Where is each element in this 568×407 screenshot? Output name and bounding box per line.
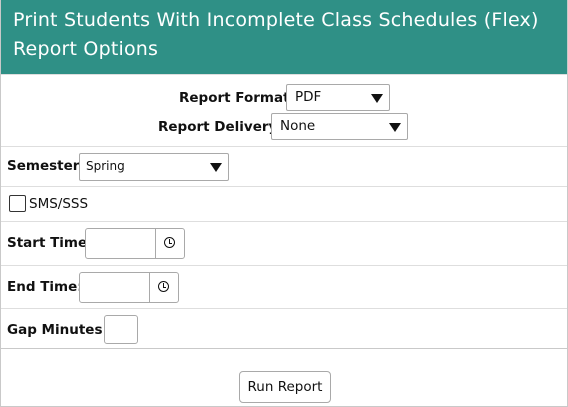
start-time-row: Start Time: [1,221,567,266]
sms-sss-label: SMS/SSS [29,196,89,212]
semester-select[interactable]: Spring [79,153,229,181]
report-format-value: PDF [295,89,322,105]
sms-sss-checkbox[interactable] [9,195,26,212]
run-report-button[interactable]: Run Report [239,371,331,403]
end-time-row: End Time: [1,265,567,309]
format-delivery-row: Report Format: PDF Report Delivery: None [1,74,567,147]
report-options-panel: Print Students With Incomplete Class Sch… [0,0,568,407]
report-format-label: Report Format: [179,90,295,106]
header: Print Students With Incomplete Class Sch… [1,0,567,74]
footer-divider [1,348,567,349]
start-time-picker [85,228,185,259]
end-time-clock-button[interactable] [149,273,178,302]
start-time-label: Start Time: [7,235,93,251]
clock-icon [164,237,175,248]
end-time-input[interactable] [80,273,150,302]
start-time-input[interactable] [86,229,156,258]
page-subtitle: Report Options [13,38,159,60]
clock-icon [158,281,169,292]
gap-minutes-row: Gap Minutes: [1,308,567,349]
semester-value: Spring [86,159,125,173]
sms-sss-row: SMS/SSS [1,186,567,222]
chevron-down-icon [371,94,383,103]
report-delivery-select[interactable]: None [271,113,408,140]
gap-minutes-input[interactable] [104,315,138,344]
chevron-down-icon [389,123,401,132]
report-format-select[interactable]: PDF [286,84,390,111]
report-delivery-value: None [280,118,316,134]
page-title: Print Students With Incomplete Class Sch… [13,9,539,31]
end-time-label: End Time: [7,279,83,295]
gap-minutes-label: Gap Minutes: [7,322,108,338]
start-time-clock-button[interactable] [155,229,184,258]
semester-label: Semester: [7,158,85,174]
semester-row: Semester: Spring [1,146,567,187]
end-time-picker [79,272,179,303]
chevron-down-icon [210,163,222,172]
report-delivery-label: Report Delivery: [158,119,283,135]
